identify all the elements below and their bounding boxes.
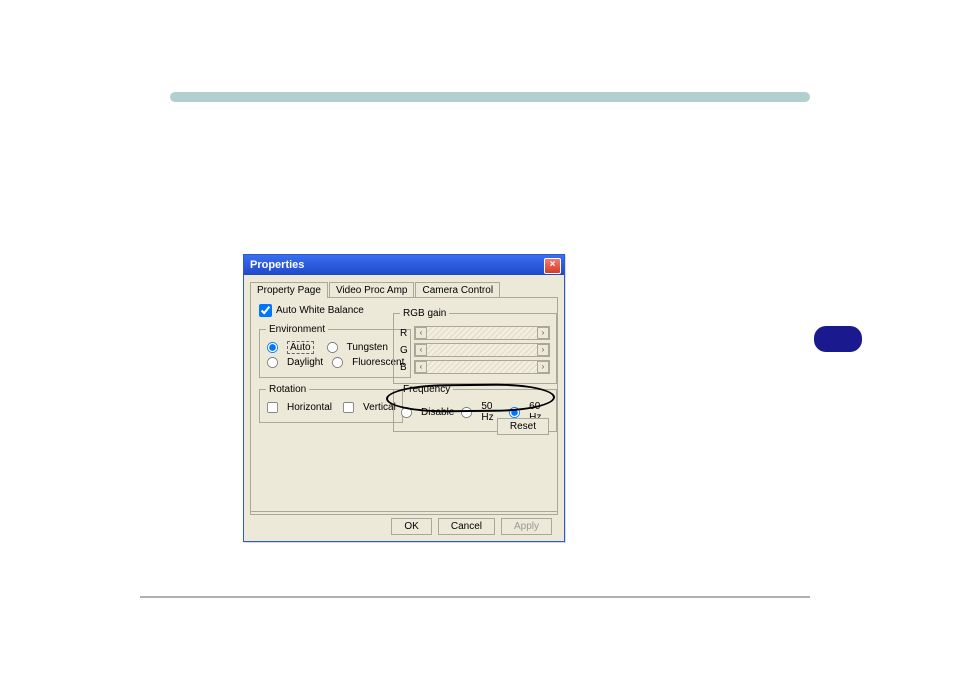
env-daylight-radio[interactable] [267,357,278,368]
properties-dialog: Properties × Property Page Video Proc Am… [243,254,565,542]
env-fluorescent-radio[interactable] [332,357,343,368]
rgb-r-row: R ‹ › [400,326,550,340]
rgb-legend: RGB gain [400,308,449,319]
rgb-b-slider[interactable]: ‹ › [414,360,550,374]
environment-group: Environment Auto Tungsten Daylight Fluor… [259,324,411,378]
auto-white-balance-checkbox[interactable]: Auto White Balance [259,304,364,317]
rotation-vertical-label: Vertical [363,402,396,413]
freq-50hz-radio[interactable] [461,406,472,417]
close-button[interactable]: × [544,258,561,274]
rgb-g-slider[interactable]: ‹ › [414,343,550,357]
env-daylight-label: Daylight [287,357,323,368]
slider-left-arrow-icon[interactable]: ‹ [415,361,427,373]
env-auto-radio[interactable] [267,342,278,353]
apply-button[interactable]: Apply [501,518,552,535]
tab-camera-control[interactable]: Camera Control [415,282,500,298]
auto-white-balance-label: Auto White Balance [276,305,364,316]
close-icon: × [550,259,556,270]
freq-disable-radio[interactable] [401,406,412,417]
slider-right-arrow-icon[interactable]: › [537,327,549,339]
rgb-b-row: B ‹ › [400,360,550,374]
rgb-r-label: R [400,328,410,339]
titlebar[interactable]: Properties × [244,255,564,275]
slider-right-arrow-icon[interactable]: › [537,344,549,356]
rotation-group: Rotation Horizontal Vertical [259,384,403,423]
cancel-button[interactable]: Cancel [438,518,495,535]
env-auto-label: Auto [287,341,314,354]
env-tungsten-label: Tungsten [347,342,388,353]
slider-left-arrow-icon[interactable]: ‹ [415,327,427,339]
reset-button[interactable]: Reset [497,418,549,435]
dialog-title: Properties [250,259,304,271]
rgb-b-label: B [400,362,410,373]
freq-60hz-radio[interactable] [509,406,520,417]
rotation-horizontal-label: Horizontal [287,402,332,413]
environment-legend: Environment [266,324,328,335]
dialog-button-bar: OK Cancel Apply [250,511,558,535]
tab-video-proc-amp[interactable]: Video Proc Amp [329,282,415,298]
rgb-r-slider[interactable]: ‹ › [414,326,550,340]
rotation-vertical-checkbox[interactable] [343,402,354,413]
rotation-legend: Rotation [266,384,309,395]
tab-page: Auto White Balance Environment Auto Tung… [250,297,558,515]
freq-disable-label: Disable [421,407,454,418]
env-tungsten-radio[interactable] [327,342,338,353]
decorative-rule-bottom [140,596,810,598]
rotation-horizontal-checkbox[interactable] [267,402,278,413]
decorative-bar-top [170,92,810,102]
tab-property-page[interactable]: Property Page [250,282,328,298]
slider-left-arrow-icon[interactable]: ‹ [415,344,427,356]
slider-right-arrow-icon[interactable]: › [537,361,549,373]
auto-white-balance-input[interactable] [259,304,272,317]
ok-button[interactable]: OK [391,518,431,535]
frequency-legend: Frequency [400,384,453,395]
tab-strip: Property Page Video Proc Amp Camera Cont… [244,275,564,297]
rgb-gain-group: RGB gain R ‹ › G ‹ › B ‹ › [393,308,557,384]
rgb-g-label: G [400,345,410,356]
decorative-pill [814,326,862,352]
rgb-g-row: G ‹ › [400,343,550,357]
